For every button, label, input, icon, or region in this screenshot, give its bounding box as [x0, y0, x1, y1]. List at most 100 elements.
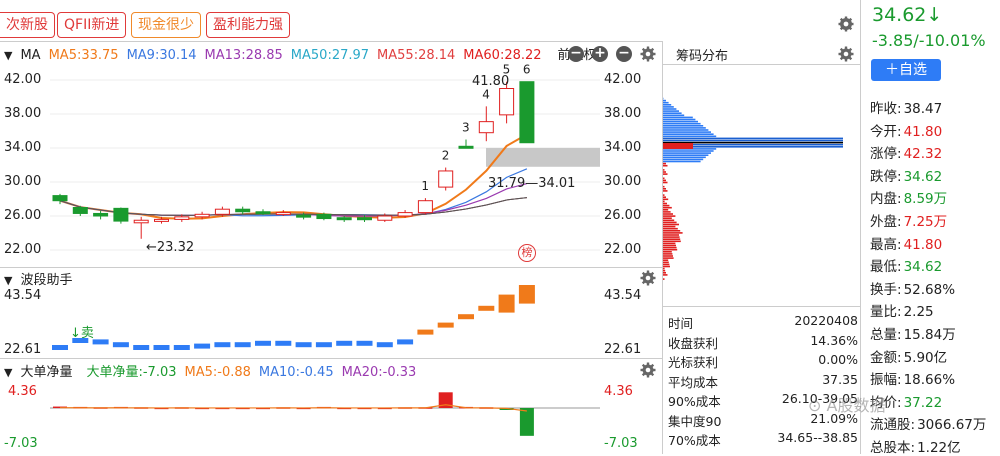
stat-value: 38.47	[904, 101, 943, 117]
tag-qfii[interactable]: QFII新进	[57, 12, 126, 38]
chip-bar	[663, 190, 668, 192]
chip-bar	[663, 236, 680, 238]
chip-bar	[663, 188, 666, 190]
flow-indicator-icon: ▼	[4, 366, 12, 379]
settings-gear-icon[interactable]	[838, 16, 854, 32]
flow-item-2: MA10:-0.45	[259, 365, 334, 380]
wave-bar	[214, 342, 230, 347]
chip-bar	[663, 264, 669, 266]
chip-key: 集中度90	[668, 411, 721, 430]
stat-row: 总股本:1.22亿	[870, 436, 961, 456]
candle-body	[155, 219, 169, 221]
chip-bar	[663, 163, 666, 165]
chip-bar	[663, 262, 669, 264]
chip-key: 时间	[668, 313, 693, 332]
chip-bar	[663, 217, 672, 219]
wave-bar	[478, 306, 494, 311]
tag-profit-strong[interactable]: 盈利能力强	[206, 12, 290, 38]
chip-bar	[663, 259, 668, 261]
flow-bar	[520, 408, 534, 436]
candle-body	[337, 218, 351, 220]
flow-chart	[0, 380, 662, 454]
ma-legend: ▼MAMA5:33.75MA9:30.14MA13:28.85MA50:27.9…	[4, 44, 605, 63]
chip-bar	[663, 104, 671, 106]
range-annotation: 31.79—34.01	[488, 176, 575, 191]
chip-bar	[663, 253, 672, 255]
chip-bar	[663, 196, 666, 198]
wave-settings-gear-icon[interactable]	[640, 270, 656, 286]
wave-bar	[296, 342, 312, 347]
wave-bar	[133, 345, 149, 350]
tag-new-stock[interactable]: 次新股	[0, 12, 55, 38]
chip-value: 14.36%	[810, 333, 858, 348]
count-label: 1	[421, 179, 429, 193]
bang-badge[interactable]: 榜	[518, 244, 536, 262]
chip-close-marker	[663, 143, 693, 149]
add-watchlist-button[interactable]: ＋自选	[871, 59, 941, 81]
chip-bar	[663, 270, 665, 272]
chip-bar	[663, 150, 714, 152]
ma9-line	[60, 169, 527, 216]
candle-body	[276, 213, 290, 215]
chip-bar	[663, 224, 679, 226]
wave-bar	[357, 341, 373, 346]
chip-bar	[663, 201, 665, 203]
y-tick: 30.00	[604, 174, 641, 189]
chip-bar	[663, 238, 680, 240]
stat-value: 52.68%	[904, 282, 955, 298]
y-tick: 38.00	[4, 106, 41, 121]
plus-button[interactable]: +	[592, 46, 608, 62]
chip-bar	[663, 230, 680, 232]
wave-bar	[194, 344, 210, 349]
wave-chart	[0, 285, 662, 357]
chip-bar	[663, 257, 674, 259]
chip-bar	[663, 245, 676, 247]
candle-body	[500, 89, 514, 115]
minus-button[interactable]: −	[568, 46, 584, 62]
candle-body	[520, 82, 534, 143]
chip-bar	[663, 102, 669, 104]
stat-key: 跌停:	[870, 169, 902, 185]
wave-bar	[235, 342, 251, 347]
chip-bar	[663, 127, 706, 129]
chip-bar	[663, 199, 668, 201]
stat-key: 流通股:	[870, 417, 915, 433]
y-tick: 42.00	[604, 72, 641, 87]
stat-row: 跌停:34.62	[870, 165, 942, 185]
candle-body	[195, 214, 209, 217]
high-value: 41.80	[472, 74, 509, 89]
stat-key: 换手:	[870, 282, 902, 298]
chip-bar	[663, 234, 679, 236]
chip-bar	[663, 278, 665, 280]
chip-bar	[663, 119, 695, 121]
chip-bar	[663, 272, 666, 274]
flow-item-3: MA20:-0.33	[342, 365, 417, 380]
chip-bar	[663, 169, 665, 171]
chip-settings-gear-icon[interactable]	[838, 46, 854, 62]
tag-cash-low[interactable]: 现金很少	[131, 12, 201, 38]
wave-bar	[174, 345, 190, 350]
chip-bar	[663, 255, 673, 257]
stat-value: 41.80	[904, 237, 943, 253]
wave-bar	[377, 342, 393, 347]
flow-legend: ▼大单净量大单净量:-7.03MA5:-0.88MA10:-0.45MA20:-…	[4, 361, 432, 380]
chip-bar	[663, 182, 668, 184]
chip-bar	[663, 209, 668, 211]
chip-bar	[663, 171, 666, 173]
chip-bar	[663, 243, 675, 245]
count-label: 3	[462, 121, 470, 135]
chip-bar	[663, 215, 675, 217]
stat-row: 外盘:7.25万	[870, 210, 947, 230]
candlestick-chart[interactable]: 123456	[0, 62, 662, 268]
stat-row: 昨收:38.47	[870, 97, 942, 117]
chart-settings-gear-icon[interactable]	[640, 46, 656, 62]
stat-row: 流通股:3066.67万	[870, 413, 986, 433]
flow-settings-gear-icon[interactable]	[640, 362, 656, 378]
zoom-out-button[interactable]: −	[616, 46, 632, 62]
y-tick: 38.00	[604, 106, 641, 121]
candle-body	[175, 217, 189, 220]
chip-bar	[663, 220, 674, 222]
stat-value: 2.25	[904, 304, 934, 320]
wave-bar	[72, 338, 88, 343]
chip-bar	[663, 123, 701, 125]
